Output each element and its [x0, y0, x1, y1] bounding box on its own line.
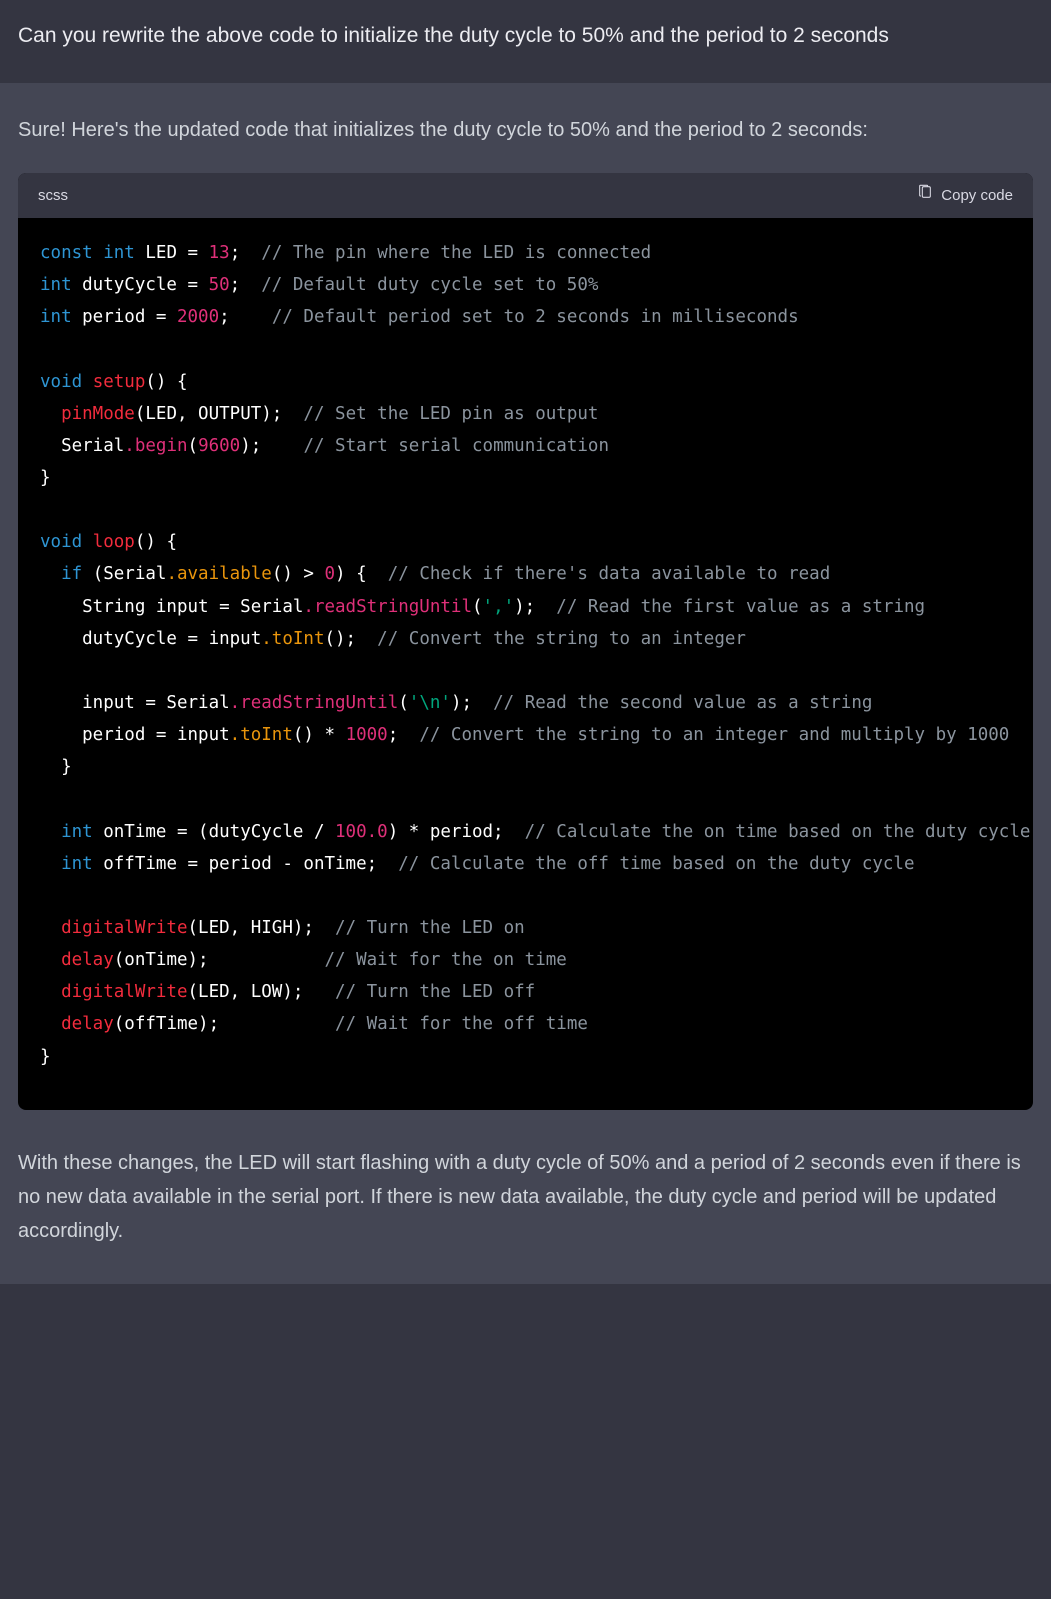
clipboard-icon	[917, 183, 933, 209]
code-block-header: scss Copy code	[18, 173, 1033, 219]
copy-code-button[interactable]: Copy code	[917, 183, 1013, 209]
code-block: scss Copy code const int LED = 13; // Th…	[18, 173, 1033, 1110]
user-message-text: Can you rewrite the above code to initia…	[18, 24, 889, 47]
copy-code-label: Copy code	[941, 183, 1013, 209]
code-language-label: scss	[38, 183, 68, 209]
assistant-outro: With these changes, the LED will start f…	[18, 1146, 1033, 1248]
code-content[interactable]: const int LED = 13; // The pin where the…	[18, 218, 1033, 1110]
assistant-intro: Sure! Here's the updated code that initi…	[18, 113, 1033, 147]
assistant-message: Sure! Here's the updated code that initi…	[0, 83, 1051, 1284]
user-message: Can you rewrite the above code to initia…	[0, 0, 1051, 83]
